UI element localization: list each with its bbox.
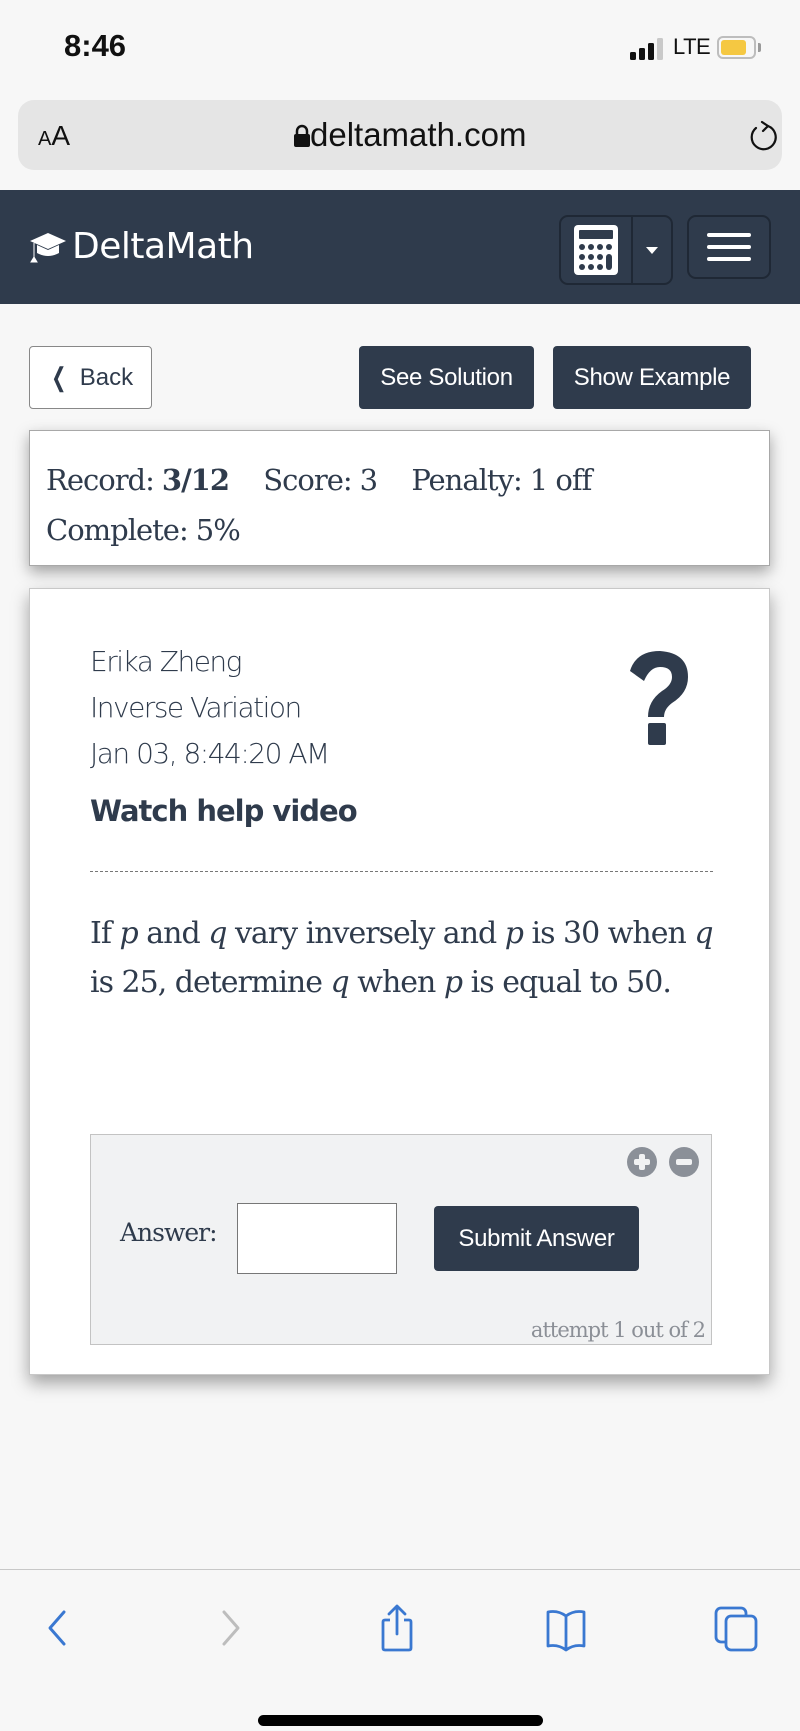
answer-label: Answer:	[120, 1218, 218, 1247]
lock-icon	[294, 124, 310, 147]
hamburger-line	[707, 245, 751, 249]
text-size-button[interactable]: AA	[38, 120, 70, 152]
complete-label: Complete:	[46, 513, 189, 547]
math-variable: q	[330, 965, 350, 1000]
zoom-out-icon[interactable]	[669, 1147, 699, 1177]
app-header: DeltaMath	[0, 190, 800, 304]
math-variable: p	[443, 965, 463, 1000]
problem-timestamp: Jan 03, 8:44:20 AM	[90, 737, 330, 770]
problem-card: Erika Zheng Inverse Variation Jan 03, 8:…	[29, 588, 770, 1375]
zoom-in-icon[interactable]	[627, 1147, 657, 1177]
caret-down-icon	[646, 246, 658, 254]
divider	[90, 871, 713, 872]
record-label: Record:	[46, 463, 155, 497]
question-fragment: is equal to 50.	[462, 965, 672, 1000]
home-indicator[interactable]	[258, 1715, 543, 1726]
reload-icon[interactable]	[746, 120, 780, 154]
question-mark-icon[interactable]	[622, 649, 694, 745]
battery-tip	[758, 43, 761, 52]
question-fragment: is 30 when	[522, 916, 695, 951]
logo-text: DeltaMath	[72, 226, 254, 267]
url-text[interactable]: deltamath.com	[310, 116, 526, 154]
question-fragment: and	[137, 916, 209, 951]
show-example-button[interactable]: Show Example	[553, 346, 751, 409]
tabs-icon[interactable]	[712, 1602, 760, 1654]
battery-icon	[717, 36, 756, 59]
score-stat: Score: 3	[263, 463, 378, 497]
answer-input[interactable]	[237, 1203, 397, 1274]
record-row: Record: 3/12 Score: 3 Penalty: 1 off	[46, 455, 753, 505]
calculator-button-group	[559, 215, 673, 285]
see-solution-button[interactable]: See Solution	[359, 346, 534, 409]
attempt-counter: attempt 1 out of 2	[530, 1318, 706, 1342]
hamburger-line	[707, 257, 751, 261]
question-fragment: is 25, determine	[90, 965, 331, 1000]
back-label: Back	[79, 363, 134, 391]
address-bar[interactable]: AA deltamath.com	[18, 100, 782, 170]
hamburger-menu-button[interactable]	[687, 215, 771, 279]
student-name: Erika Zheng	[90, 645, 242, 678]
graduation-cap-icon	[30, 232, 66, 262]
math-variable: q	[694, 916, 713, 951]
submit-answer-button[interactable]: Submit Answer	[434, 1206, 639, 1271]
chevron-left-icon: ❮	[51, 362, 67, 392]
problem-meta: Erika Zheng Inverse Variation Jan 03, 8:…	[90, 639, 330, 777]
penalty-stat: Penalty: 1 off	[411, 463, 593, 497]
topic-name: Inverse Variation	[90, 691, 302, 724]
watch-help-video-link[interactable]: Watch help video	[90, 794, 358, 828]
record-stat: Record: 3/12	[46, 463, 230, 497]
share-icon[interactable]	[373, 1602, 421, 1654]
record-value: 3/12	[161, 463, 230, 497]
browser-forward-icon[interactable]	[206, 1602, 254, 1654]
browser-back-icon[interactable]	[34, 1602, 82, 1654]
network-type: LTE	[673, 34, 711, 59]
calculator-button[interactable]	[561, 217, 633, 283]
question-fragment: when	[348, 965, 444, 1000]
deltamath-logo[interactable]: DeltaMath	[28, 226, 254, 267]
question-text: If p and q vary inversely and p is 30 wh…	[90, 909, 730, 1007]
bookmarks-icon[interactable]	[542, 1602, 590, 1654]
score-value: 3	[359, 463, 378, 497]
complete-stat: Complete: 5%	[46, 505, 753, 555]
question-fragment: If	[90, 916, 120, 951]
penalty-label: Penalty:	[411, 463, 522, 497]
hamburger-line	[707, 233, 751, 237]
math-variable: q	[208, 916, 227, 951]
complete-value: 5%	[195, 513, 241, 547]
record-panel: Record: 3/12 Score: 3 Penalty: 1 off Comple…	[29, 430, 770, 566]
score-label: Score:	[263, 463, 352, 497]
math-variable: p	[119, 916, 139, 951]
browser-toolbar	[0, 1569, 800, 1731]
calculator-icon	[574, 225, 618, 275]
calculator-dropdown-toggle[interactable]	[633, 217, 671, 283]
math-variable: p	[504, 916, 524, 951]
signal-strength-icon	[630, 38, 664, 60]
penalty-value: 1 off	[529, 463, 593, 497]
status-time: 8:46	[64, 28, 127, 63]
question-fragment: vary inversely and	[226, 916, 505, 951]
answer-panel: Answer: Submit Answer attempt 1 out of 2	[90, 1134, 712, 1345]
back-button[interactable]: ❮ Back	[29, 346, 152, 409]
